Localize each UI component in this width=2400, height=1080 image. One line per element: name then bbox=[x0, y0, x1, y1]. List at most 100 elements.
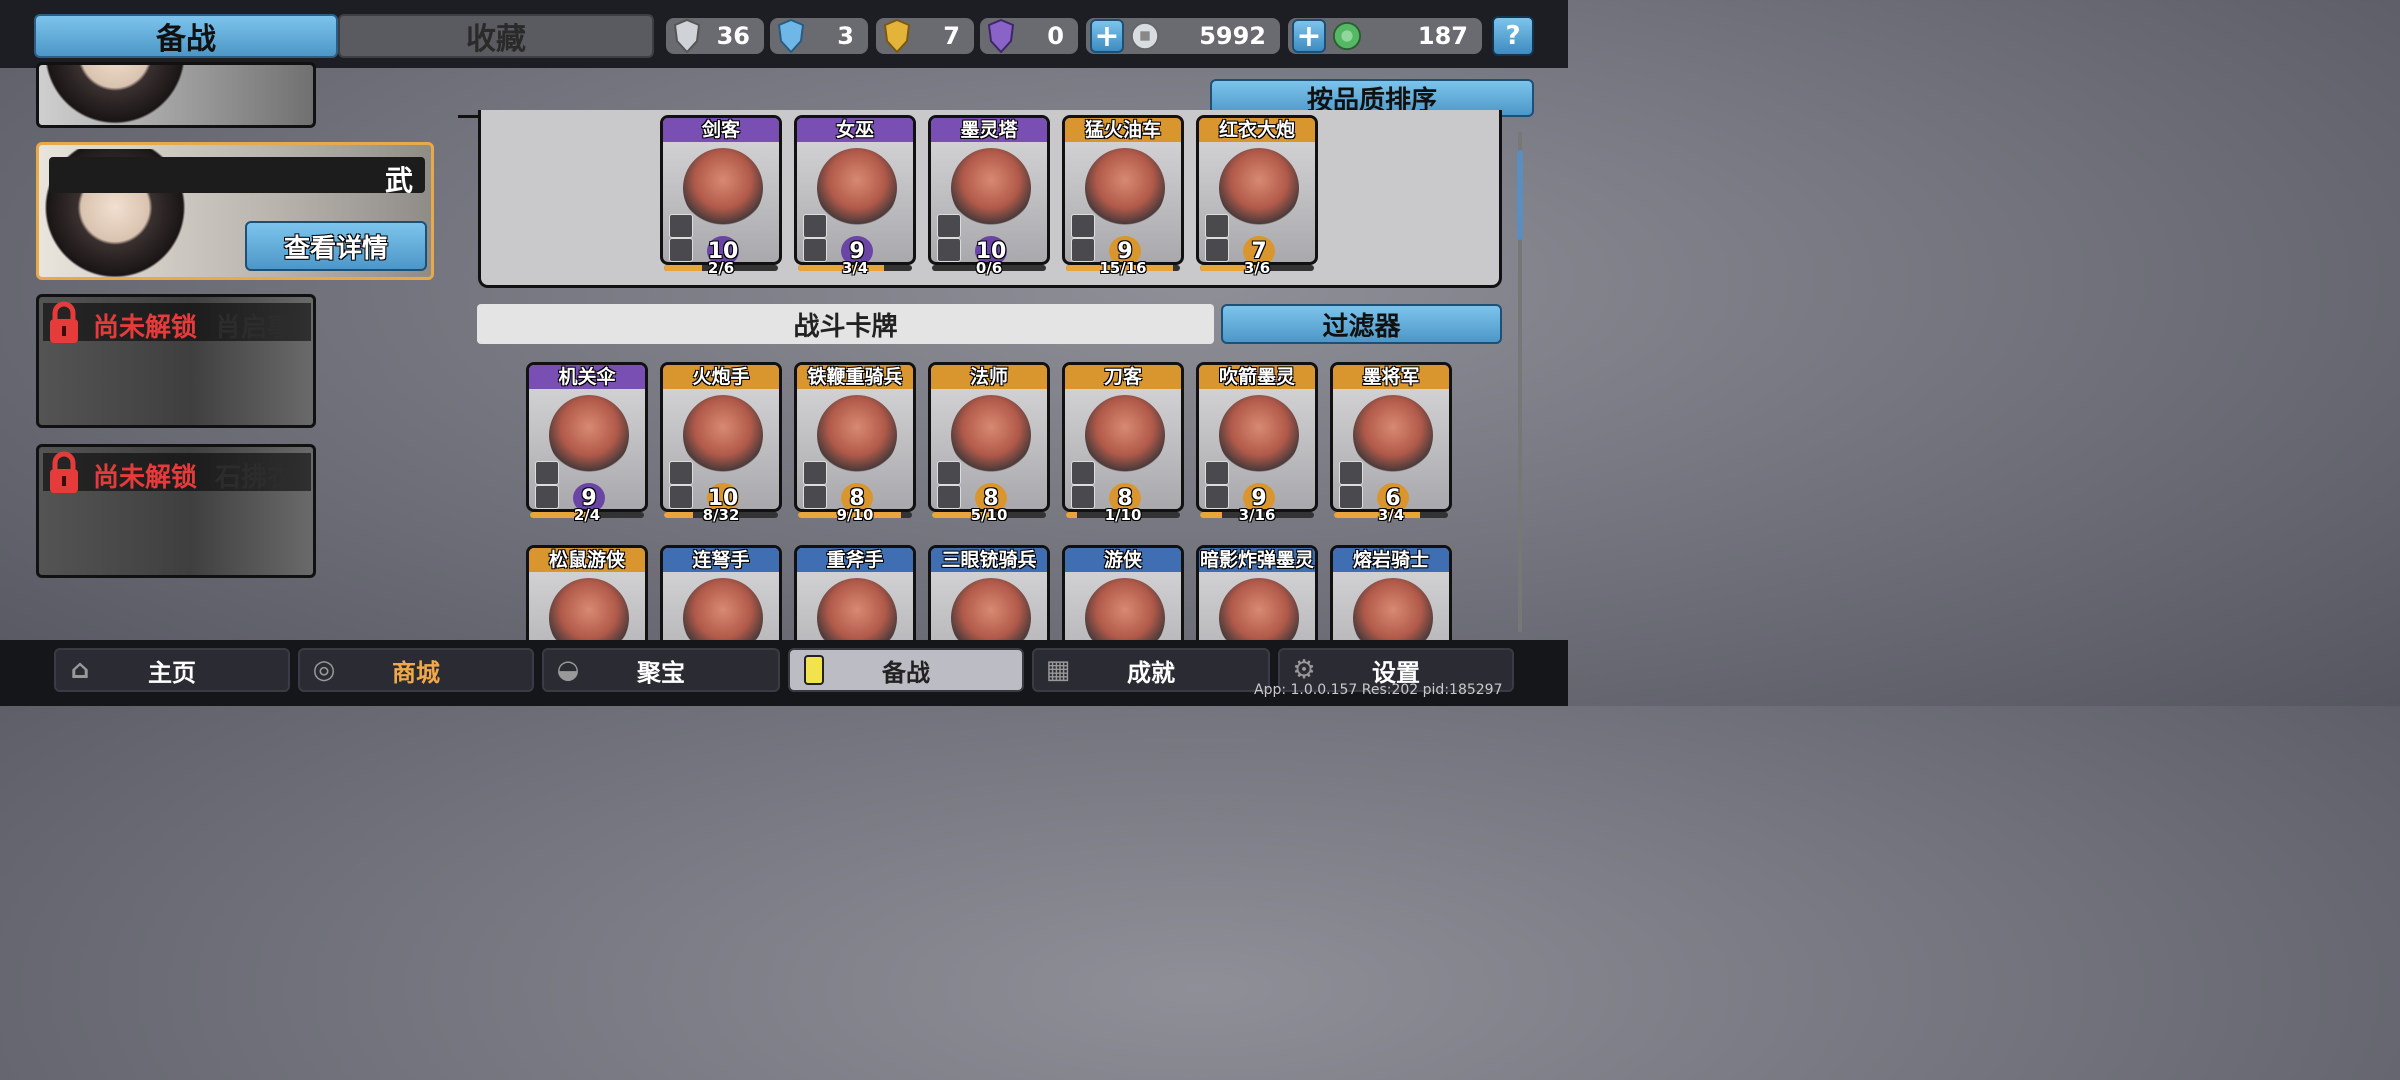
card-name: 墨将军 bbox=[1362, 366, 1420, 388]
resource-silver-coin: + 5992 bbox=[1086, 18, 1280, 54]
hero-card-selected[interactable]: 武 查看详情 bbox=[36, 142, 434, 280]
card-frame: 红衣大炮 7 bbox=[1196, 115, 1318, 265]
hero-card-top[interactable] bbox=[36, 62, 316, 128]
gold-shield-count: 7 bbox=[943, 22, 960, 50]
card-frame: 火炮手 10 bbox=[660, 362, 782, 512]
filter-button[interactable]: 过滤器 bbox=[1221, 304, 1502, 344]
silver-coin-count: 5992 bbox=[1199, 22, 1266, 50]
unit-card[interactable]: 猛火油车 9 15/16 bbox=[1062, 115, 1184, 277]
attack-type-icon bbox=[1205, 214, 1229, 238]
attack-type-icon bbox=[669, 214, 693, 238]
card-name: 红衣大炮 bbox=[1218, 119, 1295, 141]
attack-type-icon bbox=[937, 214, 961, 238]
silver-shield-icon bbox=[672, 17, 702, 55]
attack-type-icon bbox=[803, 214, 827, 238]
unit-portrait bbox=[951, 395, 1031, 475]
unit-portrait bbox=[683, 148, 763, 228]
nav-prepare[interactable]: 备战 bbox=[788, 648, 1024, 692]
attack-type-icon bbox=[1205, 461, 1229, 485]
unit-card[interactable]: 法师 8 5/10 bbox=[928, 362, 1050, 524]
card-frame: 女巫 9 bbox=[794, 115, 916, 265]
gold-shield-icon bbox=[882, 17, 912, 55]
card-name: 重斧手 bbox=[826, 549, 884, 571]
nav-shop-label: 商城 bbox=[392, 658, 440, 687]
unit-portrait bbox=[1085, 148, 1165, 228]
nav-shop[interactable]: ◎ 商城 bbox=[298, 648, 534, 692]
card-frame: 墨将军 6 bbox=[1330, 362, 1452, 512]
unit-portrait bbox=[951, 148, 1031, 228]
card-frame: 剑客 10 bbox=[660, 115, 782, 265]
unit-card[interactable]: 女巫 9 3/4 bbox=[794, 115, 916, 277]
unit-card[interactable]: 铁鞭重骑兵 8 9/10 bbox=[794, 362, 916, 524]
attack-type-icon bbox=[803, 461, 827, 485]
card-frame: 机关伞 9 bbox=[526, 362, 648, 512]
card-icon bbox=[796, 652, 832, 688]
hero-class-tag: 武 bbox=[385, 164, 414, 197]
scrollbar-thumb[interactable] bbox=[1517, 150, 1523, 240]
unit-card[interactable]: 刀客 8 1/10 bbox=[1062, 362, 1184, 524]
nav-home[interactable]: ⌂ 主页 bbox=[54, 648, 290, 692]
card-name: 游侠 bbox=[1103, 549, 1142, 571]
view-details-button[interactable]: 查看详情 bbox=[245, 221, 427, 271]
attack-type-icon bbox=[1071, 214, 1095, 238]
hero-portrait bbox=[43, 65, 203, 125]
card-frame: 铁鞭重骑兵 8 bbox=[794, 362, 916, 512]
attack-type-icon bbox=[669, 461, 693, 485]
nav-achievements[interactable]: ▦ 成就 bbox=[1032, 648, 1270, 692]
card-name: 暗影炸弹墨灵 bbox=[1199, 549, 1314, 571]
unit-card[interactable]: 墨将军 6 3/4 bbox=[1330, 362, 1452, 524]
card-name: 剑客 bbox=[701, 119, 740, 141]
card-progress-text: 8/32 bbox=[702, 506, 740, 524]
locked-hero-name: 石拂衣 bbox=[215, 463, 294, 493]
resource-jade-coin: + 187 bbox=[1288, 18, 1482, 54]
card-name: 刀客 bbox=[1103, 366, 1142, 388]
nav-treasure[interactable]: ◒ 聚宝 bbox=[542, 648, 780, 692]
locked-status: 尚未解锁 bbox=[93, 463, 198, 493]
card-name: 三眼铳骑兵 bbox=[941, 549, 1037, 571]
nav-home-label: 主页 bbox=[148, 658, 196, 687]
card-frame: 猛火油车 9 bbox=[1062, 115, 1184, 265]
purple-shield-count: 0 bbox=[1047, 22, 1064, 50]
card-progress-text: 2/4 bbox=[573, 506, 601, 524]
card-progress-text: 9/10 bbox=[836, 506, 874, 524]
card-progress-text: 2/6 bbox=[707, 259, 735, 277]
card-name: 吹箭墨灵 bbox=[1218, 366, 1295, 388]
card-progress-text: 3/4 bbox=[1377, 506, 1405, 524]
jade-coin-count: 187 bbox=[1417, 22, 1468, 50]
nav-prepare-label: 备战 bbox=[882, 658, 930, 687]
silver-coin-icon bbox=[1130, 17, 1160, 55]
temple-icon: ⌂ bbox=[70, 655, 90, 685]
card-frame: 法师 8 bbox=[928, 362, 1050, 512]
unit-portrait bbox=[549, 395, 629, 475]
card-progress-text: 3/4 bbox=[841, 259, 869, 277]
resource-purple-shield: 0 bbox=[980, 18, 1078, 54]
app-version-info: App: 1.0.0.157 Res:202 pid:185297 bbox=[1254, 682, 1503, 698]
unit-card[interactable]: 剑客 10 2/6 bbox=[660, 115, 782, 277]
unit-card[interactable]: 墨灵塔 10 0/6 bbox=[928, 115, 1050, 277]
hero-card-locked-2[interactable]: 尚未解锁 石拂衣 bbox=[36, 444, 316, 578]
hero-card-locked-1[interactable]: 尚未解锁 肖启事 bbox=[36, 294, 316, 428]
treasure-bowl-icon: ◒ bbox=[556, 655, 580, 685]
unit-portrait bbox=[1219, 148, 1299, 228]
add-jade-coin-button[interactable]: + bbox=[1292, 19, 1326, 54]
unit-card[interactable]: 红衣大炮 7 3/6 bbox=[1196, 115, 1318, 277]
attack-type-icon bbox=[1071, 461, 1095, 485]
locked-status: 尚未解锁 bbox=[93, 313, 198, 343]
card-name: 熔岩骑士 bbox=[1352, 549, 1429, 571]
tab-prepare[interactable]: 备战 bbox=[34, 14, 338, 58]
coins-icon: ◎ bbox=[312, 655, 336, 685]
add-silver-coin-button[interactable]: + bbox=[1090, 19, 1124, 54]
unit-portrait bbox=[1353, 395, 1433, 475]
blue-shield-count: 3 bbox=[837, 22, 854, 50]
tab-collection[interactable]: 收藏 bbox=[338, 14, 654, 58]
unit-card[interactable]: 火炮手 10 8/32 bbox=[660, 362, 782, 524]
unit-card[interactable]: 机关伞 9 2/4 bbox=[526, 362, 648, 524]
silver-shield-count: 36 bbox=[716, 22, 750, 50]
help-button[interactable]: ? bbox=[1492, 16, 1534, 56]
resource-silver-shield: 36 bbox=[666, 18, 764, 54]
card-name: 墨灵塔 bbox=[960, 119, 1018, 141]
unit-portrait bbox=[817, 148, 897, 228]
nav-treasure-label: 聚宝 bbox=[637, 658, 685, 687]
card-progress-text: 3/6 bbox=[1243, 259, 1271, 277]
unit-card[interactable]: 吹箭墨灵 9 3/16 bbox=[1196, 362, 1318, 524]
